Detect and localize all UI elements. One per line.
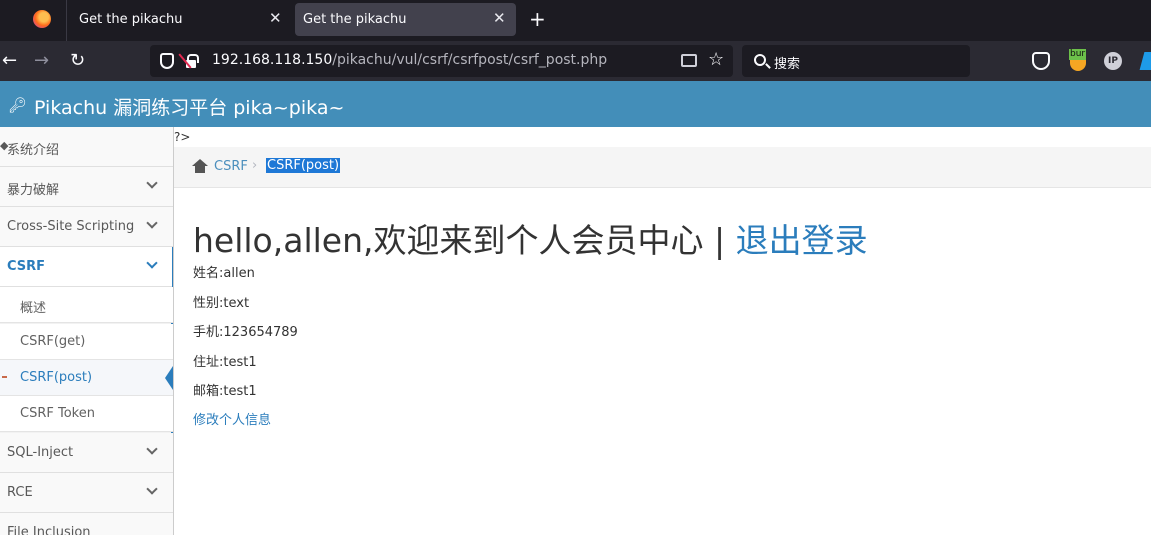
burp-tag: bur	[1069, 49, 1087, 60]
close-tab-icon[interactable]: ✕	[269, 9, 282, 27]
submenu-item-csrf-post[interactable]: CSRF(post)	[0, 360, 173, 396]
chevron-down-icon	[146, 483, 158, 495]
sidebar-item-intro[interactable]: ◆ 系统介绍	[0, 127, 173, 167]
browser-tab[interactable]: Get the pikachu ✕	[66, 0, 291, 41]
sidebar-item-sqli[interactable]: SQL-Inject	[0, 433, 173, 473]
tab-title: Get the pikachu	[79, 12, 183, 27]
url-host: 192.168.118.150	[212, 52, 333, 68]
edit-profile-link[interactable]: 修改个人信息	[193, 409, 271, 428]
welcome-text: hello,allen,欢迎来到个人会员中心 |	[193, 221, 736, 260]
info-address: 住址:test1	[193, 355, 257, 370]
close-tab-icon[interactable]: ✕	[493, 9, 506, 27]
back-arrow-icon[interactable]: ←	[2, 50, 17, 71]
active-arrow-icon	[165, 366, 173, 390]
forward-arrow-icon[interactable]: →	[34, 50, 49, 71]
url-bar[interactable]: 192.168.118.150/pikachu/vul/csrf/csrfpos…	[150, 45, 733, 77]
sidebar-item-label: Cross-Site Scripting	[7, 219, 135, 234]
breadcrumb-separator-icon: ›	[252, 158, 258, 173]
sidebar-item-label: 系统介绍	[7, 143, 60, 158]
info-name: 姓名:allen	[193, 266, 255, 281]
browser-tab-active[interactable]: Get the pikachu ✕	[295, 3, 516, 36]
info-email: 邮箱:test1	[193, 384, 257, 399]
pocket-icon[interactable]	[1032, 52, 1050, 70]
reload-icon[interactable]: ↻	[70, 50, 85, 71]
extension-icon[interactable]	[1139, 52, 1151, 70]
submenu-item-label: CSRF(post)	[20, 370, 93, 385]
sidebar-item-file-inclusion[interactable]: File Inclusion	[0, 513, 173, 535]
chevron-down-icon	[146, 177, 158, 189]
sidebar: ◆ 系统介绍 暴力破解 Cross-Site Scripting CSRF 概述…	[0, 127, 174, 535]
search-bar[interactable]: 搜索	[742, 45, 970, 77]
tracking-shield-icon[interactable]	[160, 53, 174, 69]
sidebar-item-xss[interactable]: Cross-Site Scripting	[0, 207, 173, 247]
ip-extension-icon[interactable]: IP	[1104, 52, 1122, 70]
logout-link[interactable]: 退出登录	[736, 221, 868, 260]
sidebar-item-label: CSRF	[7, 259, 46, 274]
chevron-down-icon	[146, 217, 158, 229]
welcome-heading: hello,allen,欢迎来到个人会员中心 | 退出登录	[193, 214, 868, 262]
active-marker	[2, 376, 7, 378]
firefox-logo-icon[interactable]	[33, 10, 51, 28]
chevron-down-icon	[146, 257, 158, 269]
browser-tab-bar: Get the pikachu ✕ Get the pikachu ✕ +	[0, 0, 1151, 41]
sidebar-item-label: File Inclusion	[7, 525, 91, 535]
url-path: /pikachu/vul/csrf/csrfpost/csrf_post.php	[332, 52, 608, 68]
sidebar-item-rce[interactable]: RCE	[0, 473, 173, 513]
breadcrumb: CSRF › CSRF(post)	[174, 147, 1151, 188]
breadcrumb-parent-link[interactable]: CSRF	[214, 159, 248, 174]
search-icon	[754, 54, 766, 66]
browser-nav-bar: ← → ↻ 192.168.118.150/pikachu/vul/csrf/c…	[0, 41, 1151, 81]
info-phone: 手机:123654789	[193, 325, 298, 340]
csrf-submenu: 概述 CSRF(get) CSRF(post) CSRF Token	[0, 287, 173, 433]
chevron-down-icon	[146, 443, 158, 455]
site-header: 🔑︎ Pikachu 漏洞练习平台 pika~pika~	[0, 81, 1151, 127]
new-tab-plus-icon[interactable]: +	[529, 7, 546, 31]
url-text[interactable]: 192.168.118.150/pikachu/vul/csrf/csrfpos…	[212, 52, 607, 68]
sidebar-item-csrf[interactable]: CSRF	[0, 247, 173, 287]
submenu-item-overview[interactable]: 概述	[0, 287, 173, 323]
submenu-item-label: CSRF(get)	[20, 334, 86, 349]
search-placeholder: 搜索	[774, 57, 801, 72]
bookmark-star-icon[interactable]: ☆	[708, 49, 724, 70]
sidebar-item-label: RCE	[7, 485, 33, 500]
submenu-item-label: CSRF Token	[20, 406, 95, 421]
sidebar-item-label: 暴力破解	[7, 183, 60, 198]
home-icon[interactable]	[192, 159, 208, 173]
submenu-item-label: 概述	[20, 301, 47, 316]
info-gender: 性别:text	[193, 296, 250, 311]
breadcrumb-current: CSRF(post)	[266, 158, 341, 173]
burp-extension-icon[interactable]: bur	[1068, 49, 1088, 71]
site-title[interactable]: Pikachu 漏洞练习平台 pika~pika~	[34, 93, 344, 120]
reader-view-icon[interactable]	[681, 54, 697, 67]
sidebar-item-label: SQL-Inject	[7, 445, 74, 460]
php-leftover-text: ?>	[174, 130, 191, 144]
tab-title: Get the pikachu	[303, 12, 407, 27]
key-icon: 🔑︎	[8, 96, 28, 114]
submenu-item-csrf-get[interactable]: CSRF(get)	[0, 324, 173, 360]
submenu-item-csrf-token[interactable]: CSRF Token	[0, 396, 173, 432]
sidebar-item-bruteforce[interactable]: 暴力破解	[0, 167, 173, 207]
